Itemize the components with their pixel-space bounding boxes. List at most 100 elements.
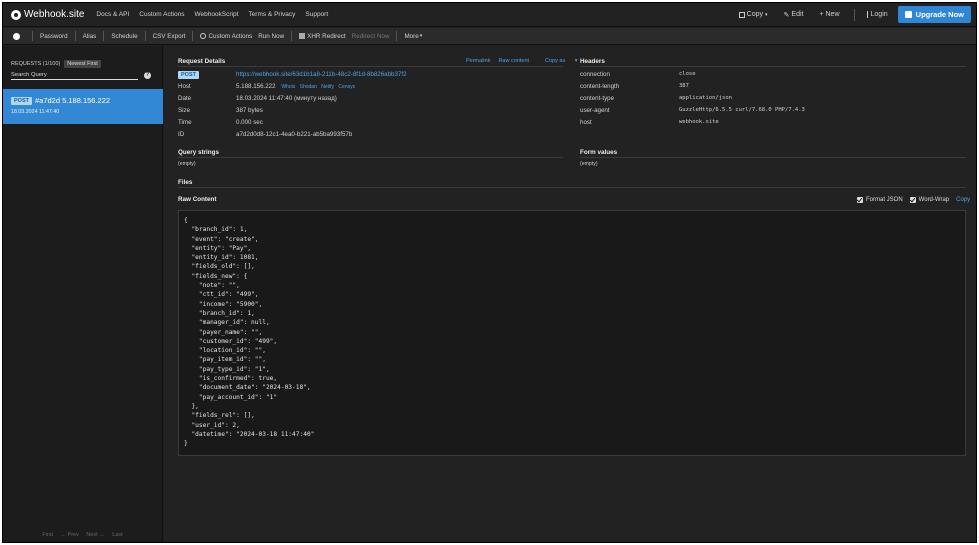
- divider: [192, 31, 194, 41]
- request-url-link[interactable]: https://webhook.site/63d1b1a8-211b-48c2-…: [236, 71, 407, 78]
- whois-link[interactable]: Whois: [281, 84, 295, 90]
- raw-content-box[interactable]: { "branch_id": 1, "event": "create", "en…: [178, 210, 966, 456]
- size-value: 387 bytes: [236, 107, 263, 114]
- search-query-input[interactable]: Search Query: [11, 71, 138, 80]
- time-label: Time: [178, 119, 192, 126]
- info-icon[interactable]: [13, 32, 20, 40]
- login-button[interactable]: Login: [866, 11, 888, 18]
- header-value: close: [679, 71, 696, 77]
- files-title: Files: [178, 179, 193, 186]
- copy-as-dropdown[interactable]: Copy as ▾: [537, 58, 577, 64]
- divider: [178, 157, 563, 158]
- copy-raw-content-link[interactable]: Copy: [956, 197, 970, 203]
- login-label: Login: [870, 11, 888, 18]
- header-key: user-agent: [580, 107, 610, 114]
- host-value: 5.188.156.222 Whois Shodan Netify Censys: [236, 83, 358, 90]
- shodan-link[interactable]: Shodan: [300, 84, 317, 90]
- more-dropdown[interactable]: More ▾: [404, 33, 422, 40]
- chevron-down-icon: ▾: [765, 11, 768, 18]
- pager-next[interactable]: Next →: [86, 532, 104, 538]
- divider: [291, 31, 293, 41]
- brand-logo-link[interactable]: Webhook.site: [11, 9, 84, 20]
- raw-content-title: Raw Content: [178, 196, 217, 203]
- edit-label: Edit: [791, 11, 804, 18]
- id-value: a7d2d0d8-12c1-4ea0-b221-ab5ba993f57b: [236, 131, 353, 138]
- request-item-time: 18.03.2024 11:47:40: [11, 109, 60, 115]
- divider: [580, 157, 966, 158]
- date-value: 18.03.2024 11:47:40 (минуту назад): [236, 95, 337, 102]
- run-now-button[interactable]: Run Now: [258, 33, 284, 40]
- request-details-title: Request Details: [178, 58, 226, 65]
- censys-link[interactable]: Censys: [338, 84, 355, 90]
- date-label: Date: [178, 95, 192, 102]
- divider: [103, 31, 105, 41]
- chevron-down-icon: ▾: [574, 58, 578, 64]
- method-badge: POST: [11, 96, 32, 105]
- custom-actions-label: Custom Actions: [208, 32, 253, 40]
- xhr-redirect-toggle[interactable]: XHR Redirect: [299, 33, 346, 40]
- new-label: + New: [819, 11, 840, 18]
- divider: [580, 66, 966, 67]
- nav-custom-actions[interactable]: Custom Actions: [139, 11, 184, 18]
- schedule-button[interactable]: Schedule: [111, 33, 137, 40]
- host-ip: 5.188.156.222: [236, 83, 276, 90]
- header-value: 387: [679, 83, 689, 89]
- header-key: content-length: [580, 83, 620, 90]
- password-button[interactable]: Password: [40, 33, 68, 40]
- divider: [144, 31, 146, 41]
- chevron-down-icon: ▾: [419, 33, 423, 39]
- id-label: ID: [178, 131, 185, 138]
- redirect-now-button[interactable]: Redirect Now: [352, 33, 390, 40]
- request-list-item[interactable]: POST #a7d2d 5.188.156.222 18.03.2024 11:…: [3, 89, 163, 124]
- header-key: host: [580, 119, 592, 126]
- request-item-title-row: POST #a7d2d 5.188.156.222: [11, 96, 163, 105]
- csv-export-button[interactable]: CSV Export: [153, 33, 186, 40]
- nav-terms-privacy[interactable]: Terms & Privacy: [248, 11, 295, 18]
- browser-window: Webhook.site Docs & API Custom Actions W…: [2, 2, 977, 543]
- divider: [178, 66, 563, 67]
- sort-newest-first-button[interactable]: Newest First: [64, 60, 101, 68]
- netify-link[interactable]: Netify: [321, 84, 334, 90]
- host-lookup-links: Whois Shodan Netify Censys: [281, 84, 358, 90]
- pager-first[interactable]: First: [42, 532, 53, 538]
- more-label: More: [404, 32, 419, 40]
- request-item-title: #a7d2d 5.188.156.222: [34, 96, 111, 105]
- divider: [74, 31, 76, 41]
- requests-sidebar: REQUESTS (1/100) Newest First Search Que…: [3, 46, 163, 542]
- brand-name: Webhook.site: [24, 9, 85, 20]
- alias-button[interactable]: Alias: [83, 33, 97, 40]
- form-values-title: Form values: [580, 149, 618, 156]
- nav-webhookscript[interactable]: WebhookScript: [194, 11, 238, 18]
- edit-button[interactable]: ✎ Edit: [784, 11, 804, 19]
- permalink-link[interactable]: Permalink: [466, 58, 490, 64]
- header-key: content-type: [580, 95, 615, 102]
- pager-last[interactable]: Last: [112, 532, 122, 538]
- header-key: connection: [580, 71, 610, 78]
- requests-count: REQUESTS (1/100): [11, 61, 61, 67]
- time-value: 0.000 sec: [236, 119, 263, 126]
- webhook-logo-icon: [11, 9, 21, 20]
- word-wrap-checkbox[interactable]: [909, 197, 916, 203]
- word-wrap-label: Word-Wrap: [918, 197, 950, 203]
- format-json-checkbox[interactable]: [857, 197, 863, 203]
- help-icon[interactable]: ?: [144, 72, 151, 79]
- nav-support[interactable]: Support: [305, 11, 328, 18]
- top-navbar: Webhook.site Docs & API Custom Actions W…: [3, 3, 976, 27]
- header-value: webhook.site: [679, 119, 719, 125]
- request-main-panel: Request Details Permalink Raw content Co…: [164, 46, 976, 542]
- query-strings-title: Query strings: [178, 149, 219, 156]
- copy-icon: [738, 11, 745, 18]
- pager-prev[interactable]: ← Prev: [61, 532, 79, 538]
- headers-title: Headers: [580, 58, 605, 65]
- copy-dropdown[interactable]: Copy ▾: [738, 11, 768, 18]
- divider: [853, 8, 855, 21]
- divider: [32, 31, 33, 41]
- nav-docs-api[interactable]: Docs & API: [96, 11, 129, 18]
- size-label: Size: [178, 107, 191, 114]
- raw-content-link[interactable]: Raw content: [498, 58, 529, 64]
- custom-actions-button[interactable]: Custom Actions: [200, 33, 252, 40]
- upgrade-now-button[interactable]: Upgrade Now: [897, 6, 971, 23]
- requests-header: REQUESTS (1/100) Newest First: [11, 60, 101, 68]
- gear-icon: [200, 33, 207, 39]
- new-button[interactable]: + New: [819, 11, 839, 18]
